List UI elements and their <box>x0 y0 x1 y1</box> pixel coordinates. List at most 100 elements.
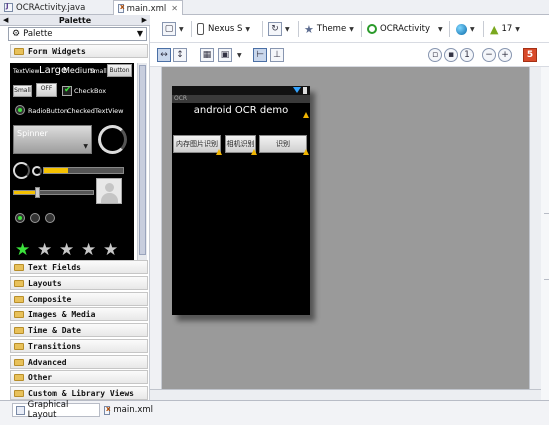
category-advanced[interactable]: Advanced <box>10 355 148 369</box>
palette-mode-select[interactable]: ⚙ Palette ▼ <box>8 27 147 41</box>
activity-select[interactable]: OCRActivity ▼ <box>367 20 443 38</box>
zoom-actual-icon[interactable]: 1 <box>460 48 474 62</box>
checkbox-icon[interactable] <box>62 85 72 96</box>
orientation-select[interactable]: ↻ ▼ <box>268 20 290 38</box>
button-recognize[interactable]: 识别 <box>259 135 307 153</box>
widget-button[interactable]: Button <box>107 64 132 77</box>
radio-icon[interactable] <box>15 105 25 115</box>
tab-ocractivity-java[interactable]: OCRActivity.java <box>0 0 118 15</box>
theme-label: Theme <box>316 24 347 34</box>
right-panel-edge <box>541 67 549 400</box>
category-time-date[interactable]: Time & Date <box>10 323 148 337</box>
warning-icon[interactable] <box>251 149 257 155</box>
star-empty-icon[interactable]: ★ <box>59 242 74 259</box>
widget-checkbox[interactable]: CheckBox <box>74 87 106 95</box>
palette-scrollbar[interactable] <box>137 63 147 270</box>
seekbar-thumb[interactable] <box>35 187 40 198</box>
category-label: Images & Media <box>28 309 96 319</box>
status-bar <box>172 86 310 95</box>
margins-icon[interactable]: ▣ <box>218 48 232 62</box>
widget-seekbar[interactable] <box>13 187 94 198</box>
tab-main-xml[interactable]: main.xml ✕ <box>113 0 183 16</box>
palette-panel: ◀ Palette ▶ ⚙ Palette ▼ Form Widgets Tex… <box>0 15 150 400</box>
folder-icon <box>14 373 24 381</box>
config-chooser[interactable]: ▢ ▼ <box>162 20 184 38</box>
device-preview: OCR android OCR demo 内存图片识别 相机识别 识别 <box>172 86 310 315</box>
device-select[interactable]: Nexus S ▼ <box>197 20 250 38</box>
zoom-fit-icon[interactable]: ▫ <box>428 48 442 62</box>
warning-icon[interactable] <box>303 149 309 155</box>
radio-on-icon[interactable] <box>15 213 25 223</box>
category-composite[interactable]: Composite <box>10 292 148 306</box>
wifi-icon <box>293 87 301 93</box>
collapse-left-icon[interactable]: ◀ <box>3 15 8 26</box>
api-level-select[interactable]: ▲ 17 ▼ <box>490 20 520 38</box>
distribute-icon[interactable]: ▦ <box>200 48 214 62</box>
theme-select[interactable]: ★ Theme ▼ <box>304 20 354 38</box>
star-empty-icon[interactable]: ★ <box>103 242 118 259</box>
zoom-in-icon[interactable]: + <box>498 48 512 62</box>
warning-icon[interactable] <box>216 149 222 155</box>
chevron-down-icon[interactable]: ▼ <box>237 52 242 59</box>
radio-off-icon[interactable] <box>45 213 55 223</box>
layout-canvas[interactable]: OCR android OCR demo 内存图片识别 相机识别 识别 <box>162 67 529 389</box>
widget-checkedtextview[interactable]: CheckedTextView <box>67 107 123 115</box>
android-icon: ▲ <box>490 22 499 36</box>
toggle-fill-height-icon[interactable]: ↕ <box>173 48 187 62</box>
widget-quickcontactbadge[interactable] <box>96 178 122 204</box>
star-filled-icon[interactable]: ★ <box>15 242 30 259</box>
widget-progress-horizontal[interactable] <box>43 167 124 174</box>
widget-small-text[interactable]: Small <box>90 68 107 75</box>
divider <box>544 279 549 280</box>
category-form-widgets[interactable]: Form Widgets <box>10 44 148 58</box>
category-layouts[interactable]: Layouts <box>10 276 148 290</box>
device-label: Nexus S <box>208 24 243 34</box>
toggle-fill-width-icon[interactable]: ↔ <box>157 48 171 62</box>
star-empty-icon[interactable]: ★ <box>37 242 52 259</box>
widget-small-button[interactable]: Small <box>13 85 32 97</box>
phone-icon <box>197 23 204 35</box>
category-custom-library-views[interactable]: Custom & Library Views <box>10 386 148 400</box>
scrollbar-thumb[interactable] <box>139 65 146 255</box>
layout-height-icon[interactable]: ⊥ <box>270 48 284 62</box>
rotate-icon: ↻ <box>268 22 282 36</box>
tab-label: Graphical Layout <box>27 400 69 420</box>
layout-toolbar: ▢ ▼ Nexus S ▼ ↻ ▼ ★ Theme ▼ OCRActivity ▼ ▼ ▲… <box>150 15 549 43</box>
star-empty-icon[interactable]: ★ <box>81 242 96 259</box>
category-other[interactable]: Other <box>10 370 148 384</box>
category-text-fields[interactable]: Text Fields <box>10 260 148 274</box>
tab-main-xml-source[interactable]: main.xml <box>101 403 156 417</box>
folder-icon <box>14 295 24 303</box>
category-label: Advanced <box>28 357 67 367</box>
locale-select[interactable]: ▼ <box>456 20 475 38</box>
widget-spinner[interactable]: Spinner ▼ <box>13 125 92 154</box>
widget-progress-medium[interactable] <box>13 162 30 179</box>
layout-file-icon: ▢ <box>162 22 176 36</box>
layout-width-icon[interactable]: ⊢ <box>253 48 267 62</box>
button-memory-image-recognize[interactable]: 内存图片识别 <box>173 135 221 153</box>
widget-radiobutton[interactable]: RadioButton <box>28 107 68 115</box>
lint-warnings-icon[interactable]: 5 <box>523 48 537 62</box>
zoom-out-icon[interactable]: − <box>482 48 496 62</box>
activity-label: OCRActivity <box>380 24 430 34</box>
chevron-down-icon: ▼ <box>136 29 143 38</box>
widget-progress-large[interactable] <box>98 125 127 154</box>
collapse-right-icon[interactable]: ▶ <box>142 15 147 26</box>
canvas-horizontal-scrollbar[interactable] <box>150 389 541 400</box>
category-transitions[interactable]: Transitions <box>10 339 148 353</box>
close-icon[interactable]: ✕ <box>171 4 178 13</box>
radio-off-icon[interactable] <box>30 213 40 223</box>
category-images-media[interactable]: Images & Media <box>10 307 148 321</box>
warning-icon[interactable] <box>303 112 309 118</box>
canvas-vertical-scrollbar[interactable] <box>529 67 541 389</box>
tab-graphical-layout[interactable]: Graphical Layout <box>12 400 100 420</box>
gear-icon: ⚙ <box>12 29 21 39</box>
zoom-screen-icon[interactable]: ▪ <box>444 48 458 62</box>
app-title-text[interactable]: android OCR demo <box>172 105 310 116</box>
palette-select-label: Palette <box>23 29 53 39</box>
widget-toggle-button[interactable]: OFF <box>36 83 57 97</box>
widget-textview[interactable]: TextView <box>13 68 39 75</box>
palette-title: Palette <box>58 16 92 25</box>
widget-progress-small[interactable] <box>32 166 42 176</box>
palette-header: ◀ Palette ▶ <box>0 15 150 26</box>
